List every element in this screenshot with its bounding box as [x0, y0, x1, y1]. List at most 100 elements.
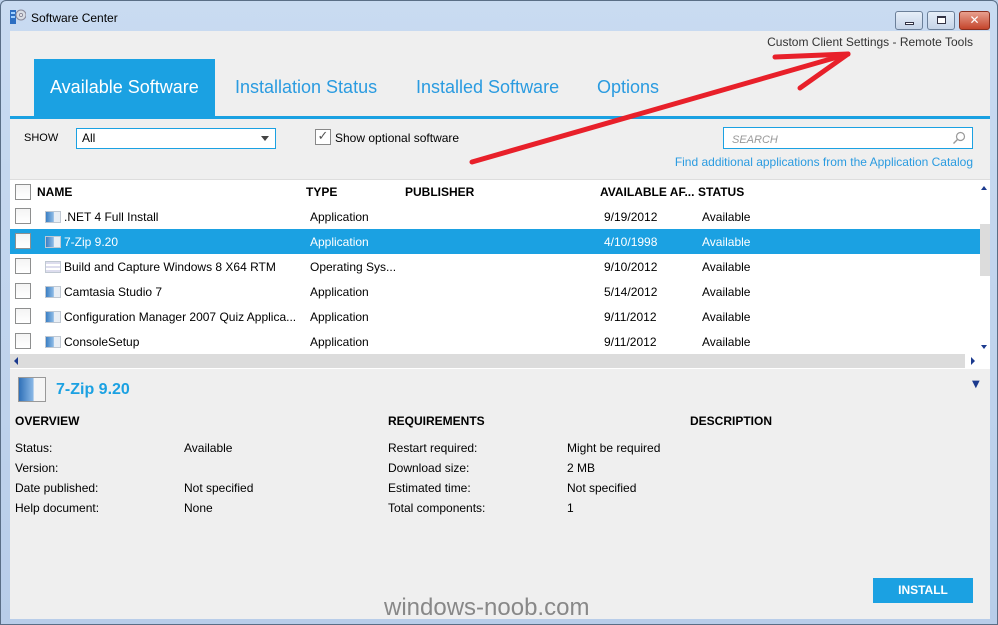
row-type: Operating Sys... [310, 260, 397, 274]
overview-label: Help document: [15, 501, 100, 515]
application-icon [45, 311, 61, 323]
show-dropdown-value: All [82, 131, 96, 145]
maximize-icon [937, 16, 946, 24]
tab-available-software[interactable]: Available Software [34, 59, 215, 116]
row-type: Application [310, 285, 369, 299]
scroll-up-arrow-icon[interactable] [981, 186, 987, 190]
row-available-after: 9/11/2012 [604, 335, 657, 349]
scroll-down-arrow-icon[interactable] [981, 345, 987, 349]
vertical-scrollbar[interactable] [980, 204, 990, 354]
overview-label: Status: [15, 441, 53, 455]
table-row[interactable]: Build and Capture Windows 8 X64 RTM Oper… [10, 254, 980, 279]
chevron-down-icon [261, 136, 269, 141]
row-name: Build and Capture Windows 8 X64 RTM [64, 260, 276, 274]
filter-toolbar: SHOW All ✓ Show optional software Find a… [10, 119, 990, 179]
details-title: 7-Zip 9.20 [56, 381, 130, 398]
search-input[interactable] [724, 130, 944, 150]
row-checkbox[interactable] [15, 333, 31, 349]
requirement-value: 2 MB [567, 461, 596, 475]
column-publisher[interactable]: PUBLISHER [405, 185, 474, 199]
organization-name: Custom Client Settings - Remote Tools [767, 35, 973, 49]
row-status: Available [702, 260, 751, 274]
vertical-scroll-thumb[interactable] [980, 224, 990, 276]
column-name[interactable]: NAME [37, 185, 72, 199]
row-status: Available [702, 210, 751, 224]
table-row-selected[interactable]: 7-Zip 9.20 Application 4/10/1998 Availab… [10, 229, 980, 254]
show-label: SHOW [24, 132, 59, 144]
show-optional-checkbox[interactable]: ✓ [315, 129, 331, 145]
application-icon [45, 211, 61, 223]
software-center-icon [10, 9, 26, 24]
application-icon [45, 236, 61, 248]
table-header: NAME TYPE PUBLISHER AVAILABLE AF... STAT… [10, 180, 990, 204]
software-center-window: Software Center ✕ Custom Client Settings… [0, 0, 998, 625]
row-name: 7-Zip 9.20 [64, 235, 119, 249]
overview-label: Version: [15, 461, 59, 475]
overview-value: None [184, 501, 213, 515]
table-row[interactable]: ConsoleSetup Application 9/11/2012 Avail… [10, 329, 980, 354]
show-optional-label[interactable]: Show optional software [335, 131, 459, 145]
row-checkbox[interactable] [15, 283, 31, 299]
details-pane: 7-Zip 9.20 ▼ OVERVIEW Status: Available … [10, 369, 990, 619]
column-available-after[interactable]: AVAILABLE AF... [600, 185, 694, 199]
row-checkbox[interactable] [15, 308, 31, 324]
requirement-label: Download size: [388, 461, 470, 475]
row-type: Application [310, 235, 369, 249]
requirement-value: Not specified [567, 481, 637, 495]
application-icon [45, 286, 61, 298]
tab-installed-software[interactable]: Installed Software [416, 59, 559, 116]
application-catalog-link[interactable]: Find additional applications from the Ap… [675, 155, 973, 169]
row-status: Available [702, 285, 751, 299]
window-title: Software Center [31, 11, 118, 25]
watermark: windows-noob.com [384, 594, 590, 621]
scroll-left-arrow-icon[interactable] [14, 357, 18, 365]
minimize-icon [905, 22, 914, 25]
minimize-button[interactable] [895, 11, 923, 30]
description-heading: DESCRIPTION [690, 414, 773, 428]
overview-value: Not specified [184, 481, 254, 495]
overview-value: Available [184, 441, 233, 455]
application-large-icon [18, 377, 46, 402]
row-name: Camtasia Studio 7 [64, 285, 163, 299]
tab-options[interactable]: Options [597, 59, 659, 116]
row-status: Available [702, 235, 751, 249]
table-row[interactable]: .NET 4 Full Install Application 9/19/201… [10, 204, 980, 229]
collapse-chevron-icon[interactable]: ▼ [972, 379, 980, 390]
requirement-value: 1 [567, 501, 574, 515]
row-checkbox[interactable] [15, 258, 31, 274]
row-available-after: 9/19/2012 [604, 210, 658, 224]
row-available-after: 5/14/2012 [604, 285, 658, 299]
row-type: Application [310, 335, 369, 349]
row-type: Application [310, 310, 369, 324]
application-icon [45, 336, 61, 348]
row-type: Application [310, 210, 369, 224]
scroll-right-arrow-icon[interactable] [971, 357, 975, 365]
table-row[interactable]: Configuration Manager 2007 Quiz Applica.… [10, 304, 980, 329]
select-all-checkbox[interactable] [15, 184, 31, 200]
task-sequence-icon [45, 261, 61, 273]
row-available-after: 9/11/2012 [604, 310, 657, 324]
requirements-heading: REQUIREMENTS [388, 414, 485, 428]
install-button[interactable]: INSTALL [873, 578, 973, 603]
row-name: ConsoleSetup [64, 335, 140, 349]
column-status[interactable]: STATUS [698, 185, 744, 199]
row-status: Available [702, 310, 751, 324]
software-table: NAME TYPE PUBLISHER AVAILABLE AF... STAT… [10, 179, 990, 369]
requirement-label: Restart required: [388, 441, 478, 455]
overview-heading: OVERVIEW [15, 414, 80, 428]
requirement-value: Might be required [567, 441, 661, 455]
row-name: .NET 4 Full Install [64, 210, 159, 224]
title-bar[interactable]: Software Center ✕ [1, 1, 997, 31]
requirement-label: Total components: [388, 501, 486, 515]
row-checkbox[interactable] [15, 233, 31, 249]
maximize-button[interactable] [927, 11, 955, 30]
show-dropdown[interactable]: All [76, 128, 276, 149]
close-button[interactable]: ✕ [959, 11, 990, 30]
horizontal-scrollbar[interactable] [10, 354, 965, 368]
table-row[interactable]: Camtasia Studio 7 Application 5/14/2012 … [10, 279, 980, 304]
column-type[interactable]: TYPE [306, 185, 337, 199]
search-icon[interactable] [952, 131, 966, 145]
tab-installation-status[interactable]: Installation Status [235, 59, 377, 116]
search-box[interactable] [723, 127, 973, 150]
row-checkbox[interactable] [15, 208, 31, 224]
